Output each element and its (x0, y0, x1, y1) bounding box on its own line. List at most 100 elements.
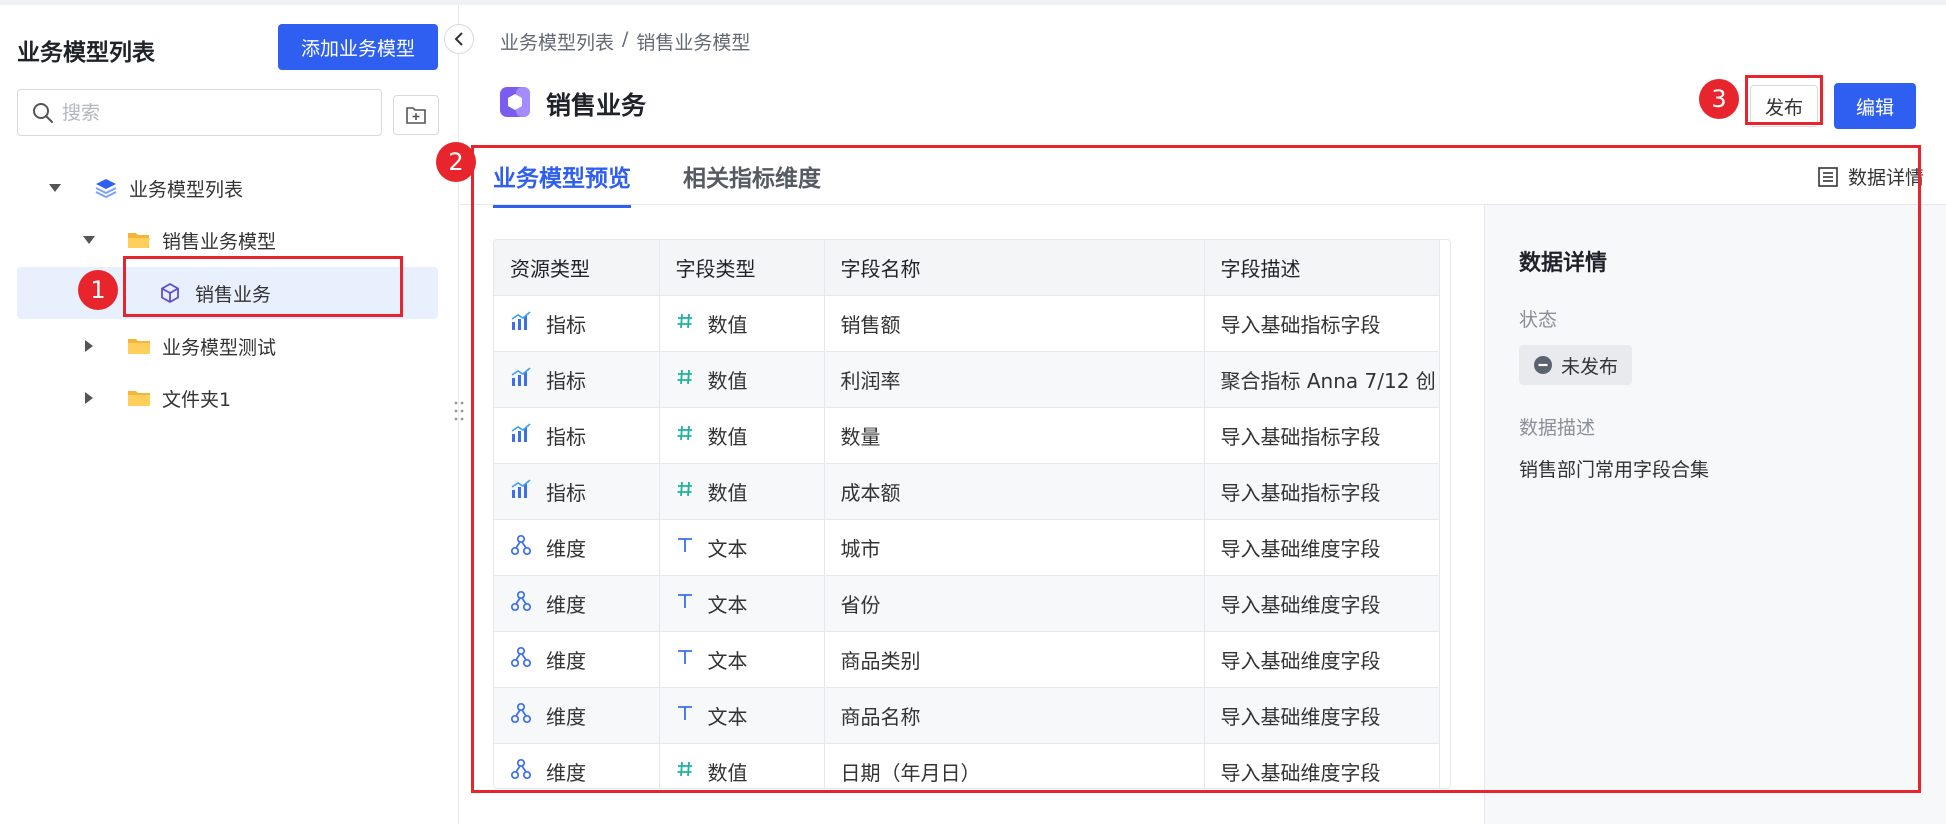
field-type-text: 文本 (707, 536, 748, 561)
field-desc-cell: 聚合指标 Anna 7/12 创 (1204, 351, 1440, 408)
tree-item-model-test[interactable]: 业务模型测试 (17, 320, 438, 372)
tree-item-label: 业务模型列表 (129, 178, 244, 201)
search-input[interactable] (62, 101, 362, 124)
tree-item-folder1[interactable]: 文件夹1 (17, 372, 438, 424)
table-row[interactable]: 维度 文本 商品类别 导入基础维度字段 (494, 631, 1440, 688)
collapse-sidebar-button[interactable] (444, 24, 474, 54)
annotation-badge-3: 3 (1699, 79, 1739, 119)
data-detail-toggle[interactable]: 数据详情 (1818, 163, 1924, 190)
folder-open-icon (127, 230, 151, 250)
field-name-cell: 省份 (824, 575, 1205, 632)
table-row[interactable]: 维度 文本 城市 导入基础维度字段 (494, 519, 1440, 576)
resource-type-cell: 维度 (494, 519, 660, 576)
table-row[interactable]: 指标 数值 数量 导入基础指标字段 (494, 407, 1440, 464)
status-value: 未发布 (1561, 355, 1619, 378)
tab-related-metrics[interactable]: 相关指标维度 (683, 159, 821, 205)
table-row[interactable]: 维度 文本 省份 导入基础维度字段 (494, 575, 1440, 632)
field-desc-cell: 导入基础指标字段 (1204, 463, 1440, 520)
tree-item-label: 文件夹1 (162, 388, 232, 411)
tree-item-sales-model[interactable]: 销售业务模型 (17, 214, 438, 266)
caret-right-icon[interactable] (83, 340, 95, 352)
annotation-badge-2: 2 (436, 142, 476, 182)
field-desc-cell: 导入基础维度字段 (1204, 519, 1440, 576)
hash-icon (676, 479, 694, 503)
column-header[interactable]: 字段名称 (824, 240, 1205, 296)
hash-icon (676, 759, 694, 783)
tree-item-label: 业务模型测试 (162, 336, 277, 359)
field-name-cell: 城市 (824, 519, 1205, 576)
field-type-text: 数值 (707, 760, 748, 785)
caret-down-icon[interactable] (49, 182, 61, 194)
resource-type-cell: 维度 (494, 575, 660, 632)
field-name-cell: 商品类别 (824, 631, 1205, 688)
resource-type-text: 维度 (546, 648, 586, 673)
resource-type-text: 维度 (546, 536, 586, 561)
field-type-cell: 数值 (659, 295, 825, 352)
page-header: 销售业务 (498, 85, 646, 123)
status-badge: 未发布 (1519, 345, 1633, 385)
folder-icon (127, 388, 151, 408)
field-type-text: 文本 (707, 648, 748, 673)
caret-right-icon[interactable] (83, 392, 95, 404)
breadcrumb-item-model-list[interactable]: 业务模型列表 (500, 28, 614, 55)
column-header[interactable]: 资源类型 (494, 240, 660, 296)
table-row[interactable]: 指标 数值 销售额 导入基础指标字段 (494, 295, 1440, 352)
column-header[interactable]: 字段类型 (659, 240, 825, 296)
metric-icon (510, 310, 532, 336)
table-row[interactable]: 指标 数值 成本额 导入基础指标字段 (494, 463, 1440, 520)
metric-icon (510, 366, 532, 392)
new-folder-button[interactable] (393, 95, 439, 135)
table-row[interactable]: 维度 数值 日期（年月日） 导入基础维度字段 (494, 743, 1440, 788)
data-detail-label: 数据详情 (1847, 167, 1924, 189)
table-row[interactable]: 维度 文本 商品名称 导入基础维度字段 (494, 687, 1440, 744)
tree-item-label: 销售业务 (195, 283, 272, 306)
field-type-text: 文本 (707, 592, 748, 617)
field-desc-cell: 导入基础维度字段 (1204, 631, 1440, 688)
tab-model-preview[interactable]: 业务模型预览 (493, 159, 631, 208)
fields-table: 资源类型 字段类型 字段名称 字段描述 指标 数值 销售额 导入基础指标字段 指标 数值利… (493, 239, 1451, 789)
tree-item-root[interactable]: 业务模型列表 (17, 162, 438, 214)
table-header-row: 资源类型 字段类型 字段名称 字段描述 (494, 240, 1440, 296)
resource-type-text: 维度 (546, 592, 586, 617)
field-name-cell: 商品名称 (824, 687, 1205, 744)
sidebar: 业务模型列表 添加业务模型 业务模型列表 销售业务模型 销售业务 业务模型测试 (0, 5, 459, 824)
search-icon (33, 102, 53, 123)
breadcrumb-item-sales-model[interactable]: 销售业务模型 (636, 28, 750, 55)
dimension-icon (510, 534, 532, 561)
minus-circle-icon (1534, 356, 1552, 374)
table-row[interactable]: 指标 数值 利润率 聚合指标 Anna 7/12 创 (494, 351, 1440, 408)
details-title: 数据详情 (1519, 251, 1608, 276)
resize-handle[interactable] (454, 400, 464, 422)
metric-icon (510, 478, 532, 504)
field-name-cell: 数量 (824, 407, 1205, 464)
column-header[interactable]: 字段描述 (1204, 240, 1440, 296)
field-type-cell: 文本 (659, 519, 825, 576)
breadcrumb-separator: / (622, 28, 629, 50)
text-icon (676, 703, 694, 727)
details-panel: 数据详情 状态 未发布 数据描述 销售部门常用字段合集 (1484, 205, 1946, 824)
edit-button[interactable]: 编辑 (1834, 83, 1916, 129)
field-name-cell: 销售额 (824, 295, 1205, 352)
hash-icon (676, 311, 694, 335)
resource-type-cell: 指标 (494, 407, 660, 464)
text-icon (676, 591, 694, 615)
list-icon (1818, 166, 1838, 187)
hash-icon (676, 367, 694, 391)
tree-item-label: 销售业务模型 (162, 230, 277, 253)
field-name-cell: 日期（年月日） (824, 743, 1205, 788)
annotation-badge-1: 1 (78, 270, 118, 310)
metric-icon (510, 422, 532, 448)
dimension-icon (510, 646, 532, 673)
cube-icon (159, 282, 181, 304)
add-model-button[interactable]: 添加业务模型 (278, 24, 438, 70)
field-type-cell: 文本 (659, 575, 825, 632)
publish-button[interactable]: 发布 (1750, 85, 1818, 127)
caret-down-icon[interactable] (83, 234, 95, 246)
resource-type-text: 指标 (546, 480, 586, 505)
search-box[interactable] (17, 89, 382, 136)
field-desc-cell: 导入基础指标字段 (1204, 407, 1440, 464)
field-type-text: 数值 (707, 424, 748, 449)
field-name-cell: 成本额 (824, 463, 1205, 520)
field-type-cell: 数值 (659, 351, 825, 408)
sidebar-title: 业务模型列表 (17, 40, 155, 66)
